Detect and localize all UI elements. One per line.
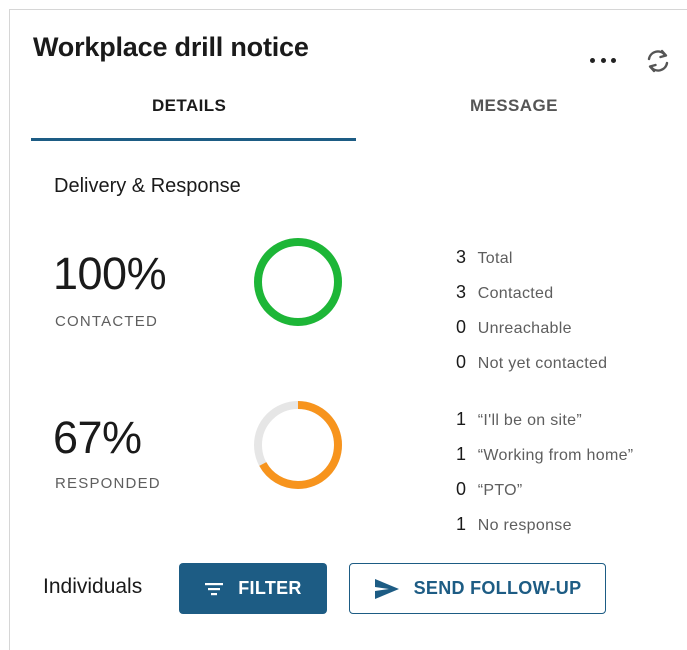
responded-percent: 67%	[53, 412, 142, 463]
card-title: Workplace drill notice	[33, 32, 309, 62]
individuals-label: Individuals	[43, 575, 143, 598]
send-follow-up-label: SEND FOLLOW-UP	[413, 578, 582, 598]
stat-no-response: 1 No response	[456, 514, 572, 535]
stat-value: 1	[456, 514, 467, 534]
stat-value: 0	[456, 317, 467, 337]
contacted-label: CONTACTED	[55, 313, 159, 330]
dot	[590, 57, 595, 63]
stat-label: Contacted	[477, 285, 554, 302]
stat-working-from-home: 1 “Working from home”	[456, 444, 633, 465]
stat-label: “PTO”	[477, 482, 523, 499]
stat-value: 3	[456, 247, 467, 267]
filter-button-label: FILTER	[238, 578, 302, 598]
send-follow-up-button[interactable]: SEND FOLLOW-UP	[349, 563, 606, 614]
dot	[611, 57, 616, 63]
responded-progress-ring	[254, 401, 342, 489]
stat-value: 3	[456, 282, 467, 302]
stat-label: Not yet contacted	[477, 355, 608, 372]
stat-on-site: 1 “I'll be on site”	[456, 409, 582, 430]
tab-details[interactable]: DETAILS	[152, 96, 226, 116]
stat-value: 0	[456, 479, 467, 499]
stat-value: 1	[456, 444, 467, 464]
contacted-percent: 100%	[53, 248, 167, 299]
contacted-ring-arc	[254, 238, 342, 326]
stat-total: 3 Total	[456, 247, 513, 268]
filter-lines-icon	[205, 582, 224, 595]
stat-label: Total	[477, 250, 513, 267]
more-options-icon[interactable]	[590, 52, 616, 68]
refresh-icon[interactable]	[643, 47, 673, 75]
stat-label: “I'll be on site”	[477, 412, 582, 429]
drill-notice-card: Workplace drill notice DETAILS MESSAGE D…	[9, 9, 687, 650]
responded-label: RESPONDED	[55, 475, 161, 492]
stat-value: 0	[456, 352, 467, 372]
active-tab-indicator	[31, 138, 356, 141]
contacted-progress-ring	[254, 238, 342, 326]
stat-label: “Working from home”	[477, 447, 634, 464]
filter-button[interactable]: FILTER	[179, 563, 327, 614]
stat-unreachable: 0 Unreachable	[456, 317, 572, 338]
section-title: Delivery & Response	[54, 175, 241, 197]
tab-message[interactable]: MESSAGE	[470, 96, 558, 116]
stat-label: Unreachable	[477, 320, 572, 337]
stat-not-yet-contacted: 0 Not yet contacted	[456, 352, 607, 373]
stat-label: No response	[477, 517, 572, 534]
stat-pto: 0 “PTO”	[456, 479, 523, 500]
stat-value: 1	[456, 409, 467, 429]
dot	[600, 57, 606, 63]
send-icon	[374, 578, 399, 599]
stat-contacted: 3 Contacted	[456, 282, 553, 303]
